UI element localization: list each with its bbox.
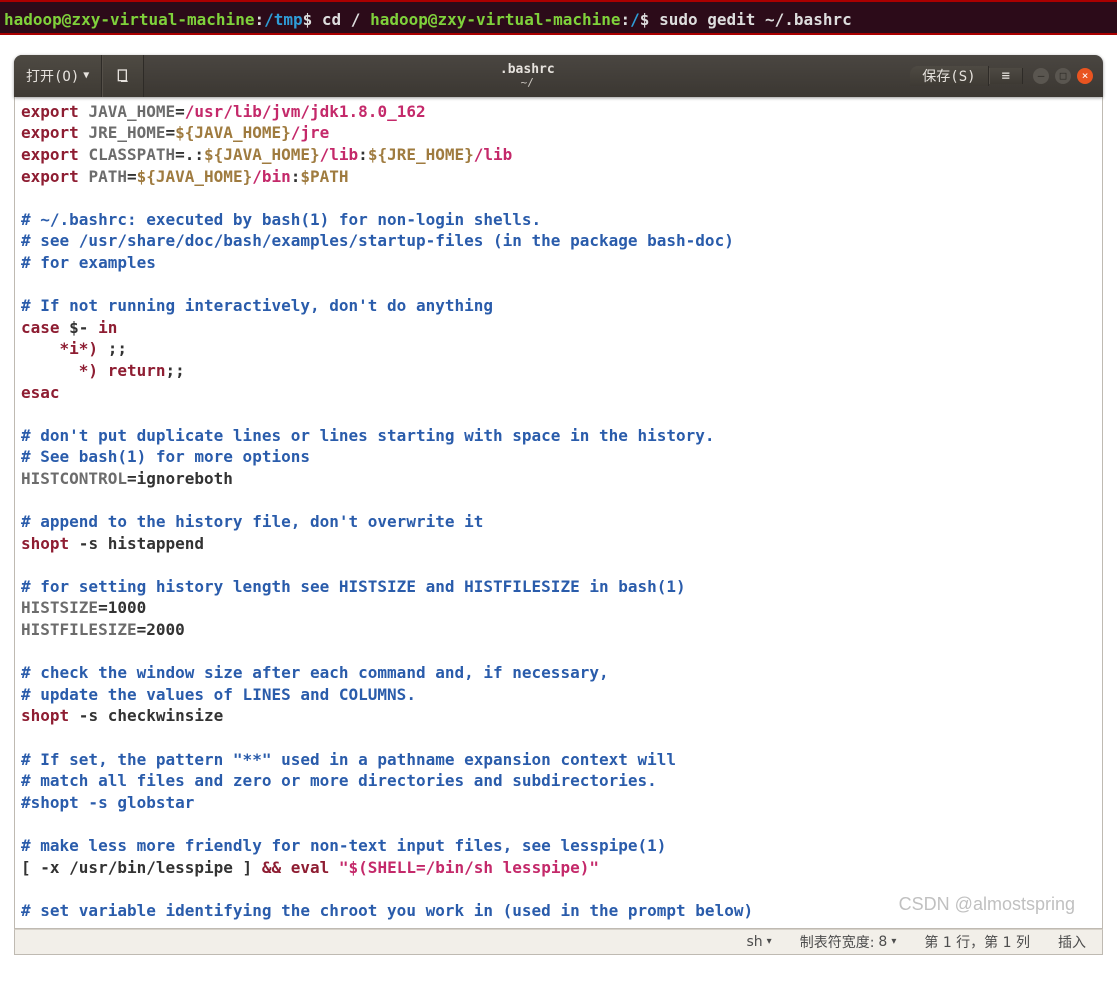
- gedit-headerbar: 打开(O) ▼ .bashrc ~/ 保存(S) ≡ – □: [14, 55, 1103, 97]
- save-button-label: 保存(S): [922, 66, 975, 86]
- tab-width-selector[interactable]: 制表符宽度: 8▾: [800, 932, 897, 952]
- open-button[interactable]: 打开(O) ▼: [14, 55, 102, 97]
- chevron-down-icon: ▼: [83, 70, 89, 81]
- insert-mode[interactable]: 插入: [1058, 932, 1086, 952]
- close-button[interactable]: ×: [1077, 68, 1093, 84]
- minimize-button[interactable]: –: [1033, 68, 1049, 84]
- new-document-icon: [115, 68, 131, 84]
- open-button-label: 打开(O): [26, 66, 79, 86]
- terminal-output[interactable]: hadoop@zxy-virtual-machine:/tmp$ cd / ha…: [0, 10, 1117, 33]
- hamburger-icon: ≡: [1002, 68, 1010, 84]
- editor-textarea[interactable]: export JAVA_HOME=/usr/lib/jvm/jdk1.8.0_1…: [14, 97, 1103, 929]
- hamburger-menu-button[interactable]: ≡: [989, 68, 1023, 84]
- gedit-window: 打开(O) ▼ .bashrc ~/ 保存(S) ≡ – □: [14, 55, 1103, 929]
- cursor-position: 第 1 行，第 1 列: [924, 932, 1030, 952]
- chevron-down-icon: ▾: [891, 936, 896, 947]
- terminal-panel: hadoop@zxy-virtual-machine:/tmp$ cd / ha…: [0, 0, 1117, 35]
- new-tab-button[interactable]: [102, 55, 144, 97]
- status-bar: sh▾ 制表符宽度: 8▾ 第 1 行，第 1 列 插入: [14, 929, 1103, 955]
- window-title: .bashrc ~/: [144, 55, 910, 97]
- file-path: ~/: [521, 77, 534, 89]
- chevron-down-icon: ▾: [767, 936, 772, 947]
- maximize-button[interactable]: □: [1055, 68, 1071, 84]
- language-selector[interactable]: sh▾: [747, 934, 772, 950]
- window-controls: – □ ×: [1023, 68, 1103, 84]
- save-button[interactable]: 保存(S): [910, 66, 988, 86]
- file-name: .bashrc: [500, 63, 555, 77]
